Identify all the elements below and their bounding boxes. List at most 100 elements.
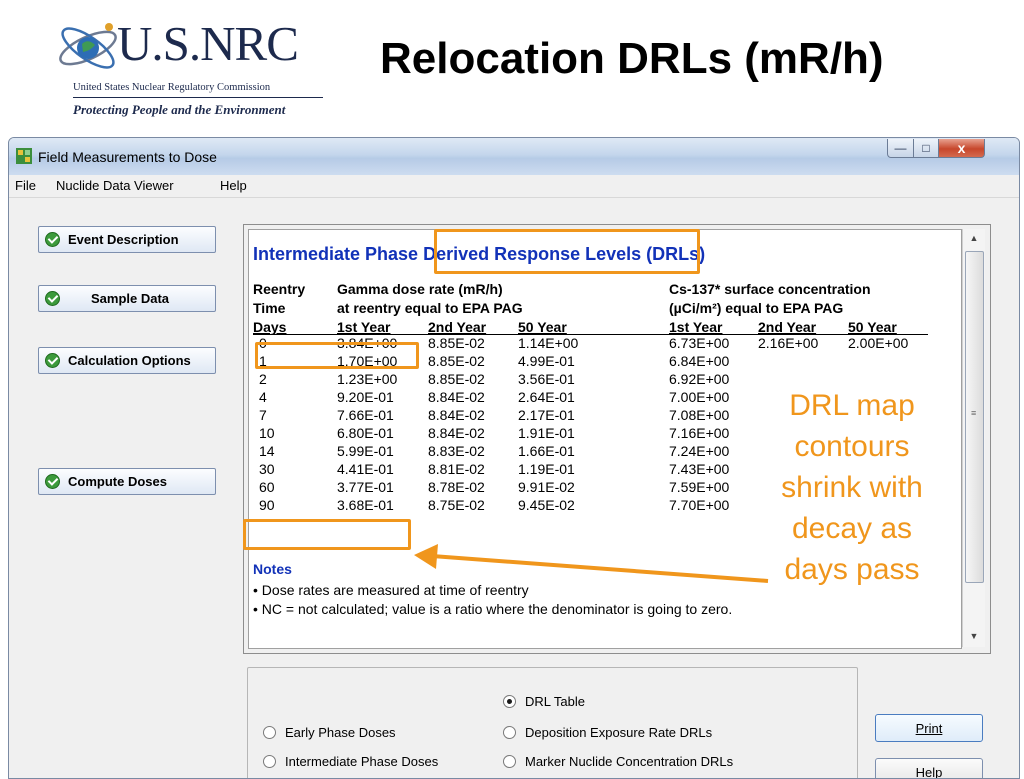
drl-cell-g50: 3.56E-01 <box>518 371 575 387</box>
drl-cell-c1: 6.92E+00 <box>669 371 729 387</box>
drl-cell-days: 10 <box>259 425 275 441</box>
check-circle-icon <box>45 474 60 489</box>
callout-line: shrink with <box>757 467 947 508</box>
maximize-button[interactable]: □ <box>913 139 939 158</box>
help-button-label: Help <box>916 765 943 779</box>
radio-deposition[interactable]: Deposition Exposure Rate DRLs <box>503 725 712 740</box>
drl-cell-g2: 8.75E-02 <box>428 497 485 513</box>
highlight-day90-row <box>243 519 411 550</box>
header-cs-year2: 2nd Year <box>758 319 816 335</box>
drl-cell-g50: 1.19E-01 <box>518 461 575 477</box>
header-cs-year1: 1st Year <box>669 319 722 335</box>
drl-cell-g2: 8.85E-02 <box>428 371 485 387</box>
header-reentry: Reentry <box>253 281 305 297</box>
drl-cell-c1: 7.00E+00 <box>669 389 729 405</box>
callout-line: DRL map <box>757 385 947 426</box>
drl-cell-g2: 8.84E-02 <box>428 389 485 405</box>
menu-file[interactable]: File <box>15 178 36 193</box>
grip-icon: ≡ <box>971 412 978 415</box>
drl-callout: DRL map contours shrink with decay as da… <box>757 385 947 590</box>
drl-cell-g1: 3.68E-01 <box>337 497 394 513</box>
calculation-options-button[interactable]: Calculation Options <box>38 347 216 374</box>
event-description-button[interactable]: Event Description <box>38 226 216 253</box>
header-cs-line2: (µCi/m²) equal to EPA PAG <box>669 300 843 316</box>
drl-cell-c1: 7.43E+00 <box>669 461 729 477</box>
notes-title: Notes <box>253 561 292 577</box>
minimize-icon: — <box>895 141 907 155</box>
radio-intermediate-phase[interactable]: Intermediate Phase Doses <box>263 754 438 769</box>
drl-cell-g50: 1.66E-01 <box>518 443 575 459</box>
drl-cell-days: 4 <box>259 389 267 405</box>
drl-cell-c1: 7.08E+00 <box>669 407 729 423</box>
scroll-thumb[interactable]: ≡ <box>965 251 984 583</box>
drl-cell-g1: 7.66E-01 <box>337 407 394 423</box>
drl-cell-g2: 8.84E-02 <box>428 425 485 441</box>
drl-cell-days: 2 <box>259 371 267 387</box>
drl-cell-g1: 5.99E-01 <box>337 443 394 459</box>
drl-cell-g2: 8.85E-02 <box>428 335 485 351</box>
drl-cell-g50: 4.99E-01 <box>518 353 575 369</box>
slide-title: Relocation DRLs (mR/h) <box>380 34 884 84</box>
check-circle-icon <box>45 232 60 247</box>
header-gamma-year2: 2nd Year <box>428 319 486 335</box>
radio-deposition-label: Deposition Exposure Rate DRLs <box>525 725 712 740</box>
compute-doses-button[interactable]: Compute Doses <box>38 468 216 495</box>
compute-doses-label: Compute Doses <box>68 474 167 489</box>
maximize-icon: □ <box>922 141 929 155</box>
drl-cell-c1: 6.73E+00 <box>669 335 729 351</box>
radio-drl-table[interactable]: DRL Table <box>503 694 585 709</box>
header-cs-year50: 50 Year <box>848 319 897 335</box>
sample-data-label: Sample Data <box>91 291 169 306</box>
menu-nuclide-data-viewer[interactable]: Nuclide Data Viewer <box>56 178 174 193</box>
drl-cell-days: 14 <box>259 443 275 459</box>
drl-cell-g2: 8.78E-02 <box>428 479 485 495</box>
radio-early-phase[interactable]: Early Phase Doses <box>263 725 396 740</box>
check-circle-icon <box>45 353 60 368</box>
drl-cell-g50: 9.45E-02 <box>518 497 575 513</box>
help-button[interactable]: Help <box>875 758 983 779</box>
drl-cell-g50: 1.14E+00 <box>518 335 578 351</box>
drl-cell-g50: 2.17E-01 <box>518 407 575 423</box>
radio-unselected-icon <box>263 755 276 768</box>
callout-line: decay as <box>757 508 947 549</box>
radio-marker-nuclide[interactable]: Marker Nuclide Concentration DRLs <box>503 754 733 769</box>
print-button[interactable]: Print <box>875 714 983 742</box>
nrc-tagline: Protecting People and the Environment <box>73 102 285 118</box>
drl-cell-g1: 3.77E-01 <box>337 479 394 495</box>
minimize-button[interactable]: — <box>887 139 914 158</box>
title-bar[interactable]: Field Measurements to Dose — □ x <box>9 138 1019 175</box>
drl-cell-g2: 8.85E-02 <box>428 353 485 369</box>
drl-cell-g2: 8.84E-02 <box>428 407 485 423</box>
vertical-scrollbar[interactable]: ▲ ≡ ▼ <box>962 229 985 647</box>
menu-help[interactable]: Help <box>220 178 247 193</box>
header-gamma-year50: 50 Year <box>518 319 567 335</box>
highlight-day0-row <box>255 342 419 369</box>
close-icon: x <box>958 140 966 156</box>
drl-cell-c1: 7.70E+00 <box>669 497 729 513</box>
header-gamma-line2: at reentry equal to EPA PAG <box>337 300 523 316</box>
drl-cell-g1: 1.23E+00 <box>337 371 397 387</box>
drl-cell-c1: 7.24E+00 <box>669 443 729 459</box>
print-button-label: Print <box>916 721 943 736</box>
app-icon <box>16 148 32 164</box>
slide-header: U.S.NRC United States Nuclear Regulatory… <box>0 0 1024 135</box>
drl-cell-days: 7 <box>259 407 267 423</box>
note-dose-rates: • Dose rates are measured at time of ree… <box>253 582 529 598</box>
radio-unselected-icon <box>263 726 276 739</box>
radio-early-phase-label: Early Phase Doses <box>285 725 396 740</box>
sample-data-button[interactable]: Sample Data <box>38 285 216 312</box>
close-button[interactable]: x <box>938 139 985 158</box>
drl-cell-g1: 9.20E-01 <box>337 389 394 405</box>
drl-cell-days: 60 <box>259 479 275 495</box>
header-gamma-line1: Gamma dose rate (mR/h) <box>337 281 503 297</box>
header-time: Time <box>253 300 285 316</box>
event-description-label: Event Description <box>68 232 179 247</box>
scroll-up-icon[interactable]: ▲ <box>963 229 985 247</box>
scroll-down-icon[interactable]: ▼ <box>963 627 985 645</box>
drl-cell-c1: 7.59E+00 <box>669 479 729 495</box>
radio-unselected-icon <box>503 726 516 739</box>
header-days: Days <box>253 319 286 335</box>
drl-cell-g50: 1.91E-01 <box>518 425 575 441</box>
logo-divider <box>73 97 323 98</box>
drl-cell-c1: 7.16E+00 <box>669 425 729 441</box>
